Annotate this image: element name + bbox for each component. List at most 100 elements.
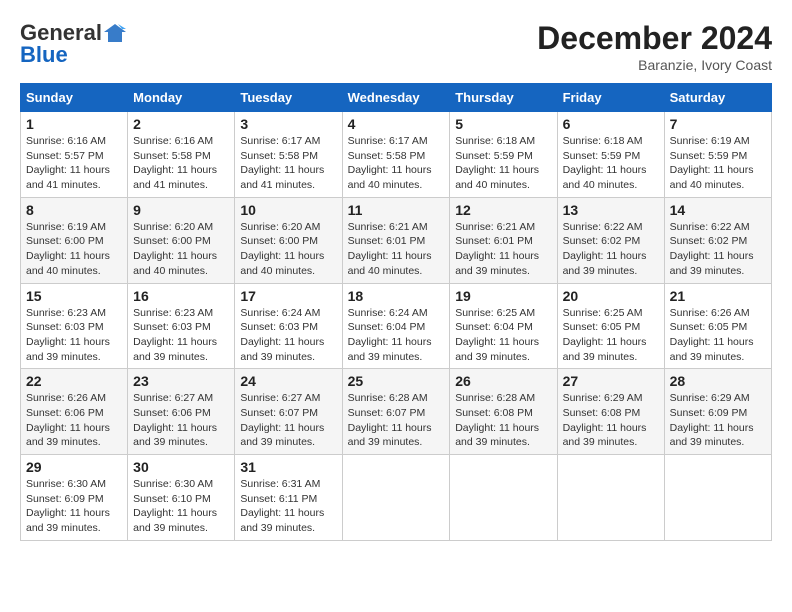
- month-title: December 2024: [537, 20, 772, 57]
- day-info: Sunrise: 6:27 AM Sunset: 6:06 PM Dayligh…: [133, 391, 229, 450]
- day-info: Sunrise: 6:16 AM Sunset: 5:57 PM Dayligh…: [26, 134, 122, 193]
- day-info: Sunrise: 6:26 AM Sunset: 6:06 PM Dayligh…: [26, 391, 122, 450]
- day-number: 25: [348, 373, 445, 389]
- calendar-cell: 4 Sunrise: 6:17 AM Sunset: 5:58 PM Dayli…: [342, 112, 450, 198]
- day-info: Sunrise: 6:22 AM Sunset: 6:02 PM Dayligh…: [563, 220, 659, 279]
- calendar-cell: 3 Sunrise: 6:17 AM Sunset: 5:58 PM Dayli…: [235, 112, 342, 198]
- day-number: 9: [133, 202, 229, 218]
- day-number: 28: [670, 373, 766, 389]
- day-number: 27: [563, 373, 659, 389]
- day-number: 3: [240, 116, 336, 132]
- day-info: Sunrise: 6:20 AM Sunset: 6:00 PM Dayligh…: [133, 220, 229, 279]
- calendar-cell: 19 Sunrise: 6:25 AM Sunset: 6:04 PM Dayl…: [450, 283, 557, 369]
- calendar-cell: 1 Sunrise: 6:16 AM Sunset: 5:57 PM Dayli…: [21, 112, 128, 198]
- day-number: 14: [670, 202, 766, 218]
- calendar-cell: 22 Sunrise: 6:26 AM Sunset: 6:06 PM Dayl…: [21, 369, 128, 455]
- day-info: Sunrise: 6:17 AM Sunset: 5:58 PM Dayligh…: [348, 134, 445, 193]
- calendar-cell: 11 Sunrise: 6:21 AM Sunset: 6:01 PM Dayl…: [342, 197, 450, 283]
- day-number: 26: [455, 373, 551, 389]
- calendar-cell: 15 Sunrise: 6:23 AM Sunset: 6:03 PM Dayl…: [21, 283, 128, 369]
- calendar-cell: 7 Sunrise: 6:19 AM Sunset: 5:59 PM Dayli…: [664, 112, 771, 198]
- day-info: Sunrise: 6:30 AM Sunset: 6:09 PM Dayligh…: [26, 477, 122, 536]
- day-number: 19: [455, 288, 551, 304]
- calendar-cell: 27 Sunrise: 6:29 AM Sunset: 6:08 PM Dayl…: [557, 369, 664, 455]
- calendar-cell: 24 Sunrise: 6:27 AM Sunset: 6:07 PM Dayl…: [235, 369, 342, 455]
- day-number: 7: [670, 116, 766, 132]
- calendar-cell: 30 Sunrise: 6:30 AM Sunset: 6:10 PM Dayl…: [128, 455, 235, 541]
- day-info: Sunrise: 6:16 AM Sunset: 5:58 PM Dayligh…: [133, 134, 229, 193]
- location-text: Baranzie, Ivory Coast: [537, 57, 772, 73]
- calendar-header-tuesday: Tuesday: [235, 84, 342, 112]
- day-info: Sunrise: 6:26 AM Sunset: 6:05 PM Dayligh…: [670, 306, 766, 365]
- day-info: Sunrise: 6:28 AM Sunset: 6:07 PM Dayligh…: [348, 391, 445, 450]
- calendar-header-row: SundayMondayTuesdayWednesdayThursdayFrid…: [21, 84, 772, 112]
- day-number: 10: [240, 202, 336, 218]
- calendar-cell: [664, 455, 771, 541]
- day-info: Sunrise: 6:25 AM Sunset: 6:04 PM Dayligh…: [455, 306, 551, 365]
- day-number: 24: [240, 373, 336, 389]
- calendar-cell: 21 Sunrise: 6:26 AM Sunset: 6:05 PM Dayl…: [664, 283, 771, 369]
- day-info: Sunrise: 6:23 AM Sunset: 6:03 PM Dayligh…: [133, 306, 229, 365]
- day-number: 23: [133, 373, 229, 389]
- calendar-cell: 14 Sunrise: 6:22 AM Sunset: 6:02 PM Dayl…: [664, 197, 771, 283]
- day-info: Sunrise: 6:21 AM Sunset: 6:01 PM Dayligh…: [348, 220, 445, 279]
- calendar-cell: 25 Sunrise: 6:28 AM Sunset: 6:07 PM Dayl…: [342, 369, 450, 455]
- calendar-week-1: 1 Sunrise: 6:16 AM Sunset: 5:57 PM Dayli…: [21, 112, 772, 198]
- calendar-cell: 9 Sunrise: 6:20 AM Sunset: 6:00 PM Dayli…: [128, 197, 235, 283]
- day-number: 18: [348, 288, 445, 304]
- day-number: 5: [455, 116, 551, 132]
- day-number: 4: [348, 116, 445, 132]
- calendar-cell: 13 Sunrise: 6:22 AM Sunset: 6:02 PM Dayl…: [557, 197, 664, 283]
- calendar-cell: [450, 455, 557, 541]
- calendar-cell: 6 Sunrise: 6:18 AM Sunset: 5:59 PM Dayli…: [557, 112, 664, 198]
- day-info: Sunrise: 6:29 AM Sunset: 6:09 PM Dayligh…: [670, 391, 766, 450]
- day-number: 2: [133, 116, 229, 132]
- calendar-week-2: 8 Sunrise: 6:19 AM Sunset: 6:00 PM Dayli…: [21, 197, 772, 283]
- day-info: Sunrise: 6:19 AM Sunset: 5:59 PM Dayligh…: [670, 134, 766, 193]
- calendar-cell: 12 Sunrise: 6:21 AM Sunset: 6:01 PM Dayl…: [450, 197, 557, 283]
- calendar-header-thursday: Thursday: [450, 84, 557, 112]
- calendar-cell: 5 Sunrise: 6:18 AM Sunset: 5:59 PM Dayli…: [450, 112, 557, 198]
- title-area: December 2024 Baranzie, Ivory Coast: [537, 20, 772, 73]
- day-number: 8: [26, 202, 122, 218]
- page-header: General Blue December 2024 Baranzie, Ivo…: [20, 20, 772, 73]
- logo: General Blue: [20, 20, 126, 68]
- day-info: Sunrise: 6:18 AM Sunset: 5:59 PM Dayligh…: [563, 134, 659, 193]
- logo-bird-icon: [104, 22, 126, 44]
- day-info: Sunrise: 6:20 AM Sunset: 6:00 PM Dayligh…: [240, 220, 336, 279]
- calendar-header-monday: Monday: [128, 84, 235, 112]
- day-number: 16: [133, 288, 229, 304]
- calendar-table: SundayMondayTuesdayWednesdayThursdayFrid…: [20, 83, 772, 541]
- day-info: Sunrise: 6:31 AM Sunset: 6:11 PM Dayligh…: [240, 477, 336, 536]
- calendar-header-saturday: Saturday: [664, 84, 771, 112]
- calendar-header-wednesday: Wednesday: [342, 84, 450, 112]
- day-info: Sunrise: 6:25 AM Sunset: 6:05 PM Dayligh…: [563, 306, 659, 365]
- day-info: Sunrise: 6:29 AM Sunset: 6:08 PM Dayligh…: [563, 391, 659, 450]
- calendar-week-3: 15 Sunrise: 6:23 AM Sunset: 6:03 PM Dayl…: [21, 283, 772, 369]
- calendar-header-friday: Friday: [557, 84, 664, 112]
- calendar-cell: 18 Sunrise: 6:24 AM Sunset: 6:04 PM Dayl…: [342, 283, 450, 369]
- day-info: Sunrise: 6:23 AM Sunset: 6:03 PM Dayligh…: [26, 306, 122, 365]
- day-info: Sunrise: 6:27 AM Sunset: 6:07 PM Dayligh…: [240, 391, 336, 450]
- calendar-cell: 28 Sunrise: 6:29 AM Sunset: 6:09 PM Dayl…: [664, 369, 771, 455]
- day-info: Sunrise: 6:22 AM Sunset: 6:02 PM Dayligh…: [670, 220, 766, 279]
- day-number: 22: [26, 373, 122, 389]
- calendar-cell: 26 Sunrise: 6:28 AM Sunset: 6:08 PM Dayl…: [450, 369, 557, 455]
- day-info: Sunrise: 6:17 AM Sunset: 5:58 PM Dayligh…: [240, 134, 336, 193]
- calendar-week-4: 22 Sunrise: 6:26 AM Sunset: 6:06 PM Dayl…: [21, 369, 772, 455]
- day-number: 1: [26, 116, 122, 132]
- calendar-cell: [557, 455, 664, 541]
- day-info: Sunrise: 6:19 AM Sunset: 6:00 PM Dayligh…: [26, 220, 122, 279]
- day-number: 17: [240, 288, 336, 304]
- calendar-cell: [342, 455, 450, 541]
- day-number: 20: [563, 288, 659, 304]
- day-number: 12: [455, 202, 551, 218]
- calendar-cell: 20 Sunrise: 6:25 AM Sunset: 6:05 PM Dayl…: [557, 283, 664, 369]
- day-number: 29: [26, 459, 122, 475]
- calendar-cell: 23 Sunrise: 6:27 AM Sunset: 6:06 PM Dayl…: [128, 369, 235, 455]
- day-info: Sunrise: 6:24 AM Sunset: 6:04 PM Dayligh…: [348, 306, 445, 365]
- day-number: 11: [348, 202, 445, 218]
- day-info: Sunrise: 6:30 AM Sunset: 6:10 PM Dayligh…: [133, 477, 229, 536]
- calendar-cell: 16 Sunrise: 6:23 AM Sunset: 6:03 PM Dayl…: [128, 283, 235, 369]
- calendar-header-sunday: Sunday: [21, 84, 128, 112]
